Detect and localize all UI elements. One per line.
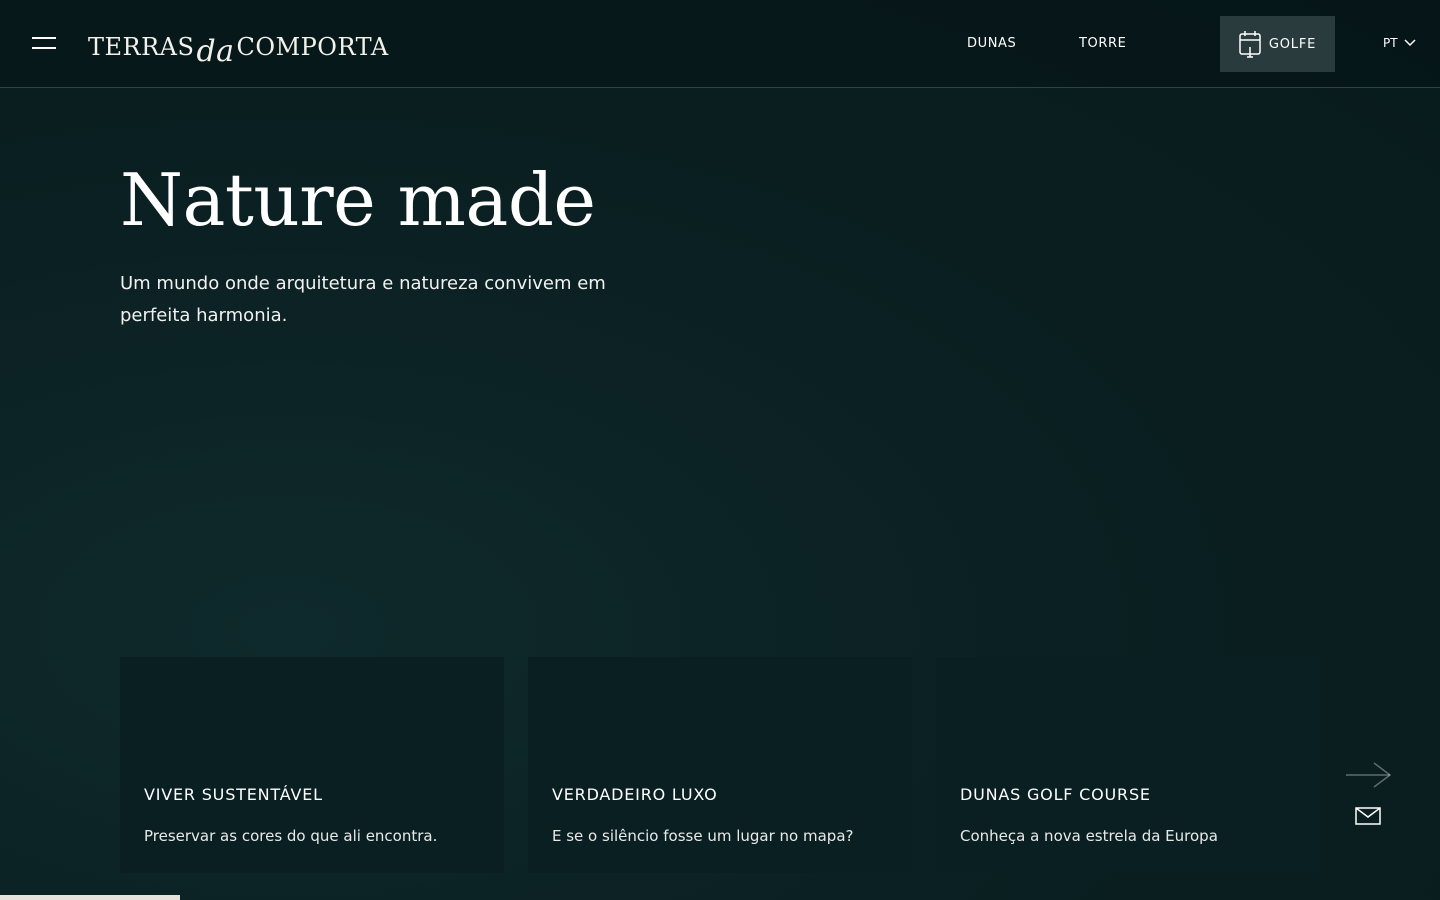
nav-link-dunas[interactable]: DUNAS bbox=[967, 36, 1016, 51]
card-viver-sustentavel[interactable]: VIVER SUSTENTÁVEL Preservar as cores do … bbox=[120, 657, 504, 873]
card-title: VERDADEIRO LUXO bbox=[552, 785, 718, 804]
site-logo[interactable]: TERRASdaCOMPORTA bbox=[88, 28, 389, 69]
page-progress-bar bbox=[0, 895, 180, 900]
card-verdadeiro-luxo[interactable]: VERDADEIRO LUXO E se o silêncio fosse um… bbox=[528, 657, 912, 873]
golf-button-label: GOLFE bbox=[1268, 36, 1317, 52]
logo-text-terras: TERRAS bbox=[88, 33, 195, 61]
language-label: PT bbox=[1383, 36, 1398, 50]
card-description: E se o silêncio fosse um lugar no mapa? bbox=[552, 827, 854, 845]
card-title: DUNAS GOLF COURSE bbox=[960, 785, 1151, 804]
site-header: TERRASdaCOMPORTA DUNAS TORRE GOLFE PT bbox=[0, 0, 1440, 88]
card-description: Preservar as cores do que ali encontra. bbox=[144, 827, 438, 845]
nav-link-torre[interactable]: TORRE bbox=[1079, 36, 1126, 51]
golf-button[interactable]: GOLFE bbox=[1220, 16, 1335, 72]
chevron-down-icon bbox=[1404, 39, 1416, 47]
mail-icon[interactable] bbox=[1354, 806, 1382, 826]
card-title: VIVER SUSTENTÁVEL bbox=[144, 785, 323, 804]
arrow-right-icon[interactable] bbox=[1344, 760, 1392, 790]
logo-text-comporta: COMPORTA bbox=[236, 33, 389, 61]
language-selector[interactable]: PT bbox=[1383, 36, 1416, 50]
card-dunas-golf-course[interactable]: DUNAS GOLF COURSE Conheça a nova estrela… bbox=[936, 657, 1320, 873]
hero-title: Nature made bbox=[120, 158, 596, 242]
hero-subtitle: Um mundo onde arquitetura e natureza con… bbox=[120, 273, 606, 326]
calendar-icon bbox=[1239, 31, 1261, 58]
hamburger-menu-icon[interactable] bbox=[32, 37, 56, 51]
logo-text-da: da bbox=[196, 34, 235, 69]
card-description: Conheça a nova estrela da Europa bbox=[960, 827, 1218, 845]
